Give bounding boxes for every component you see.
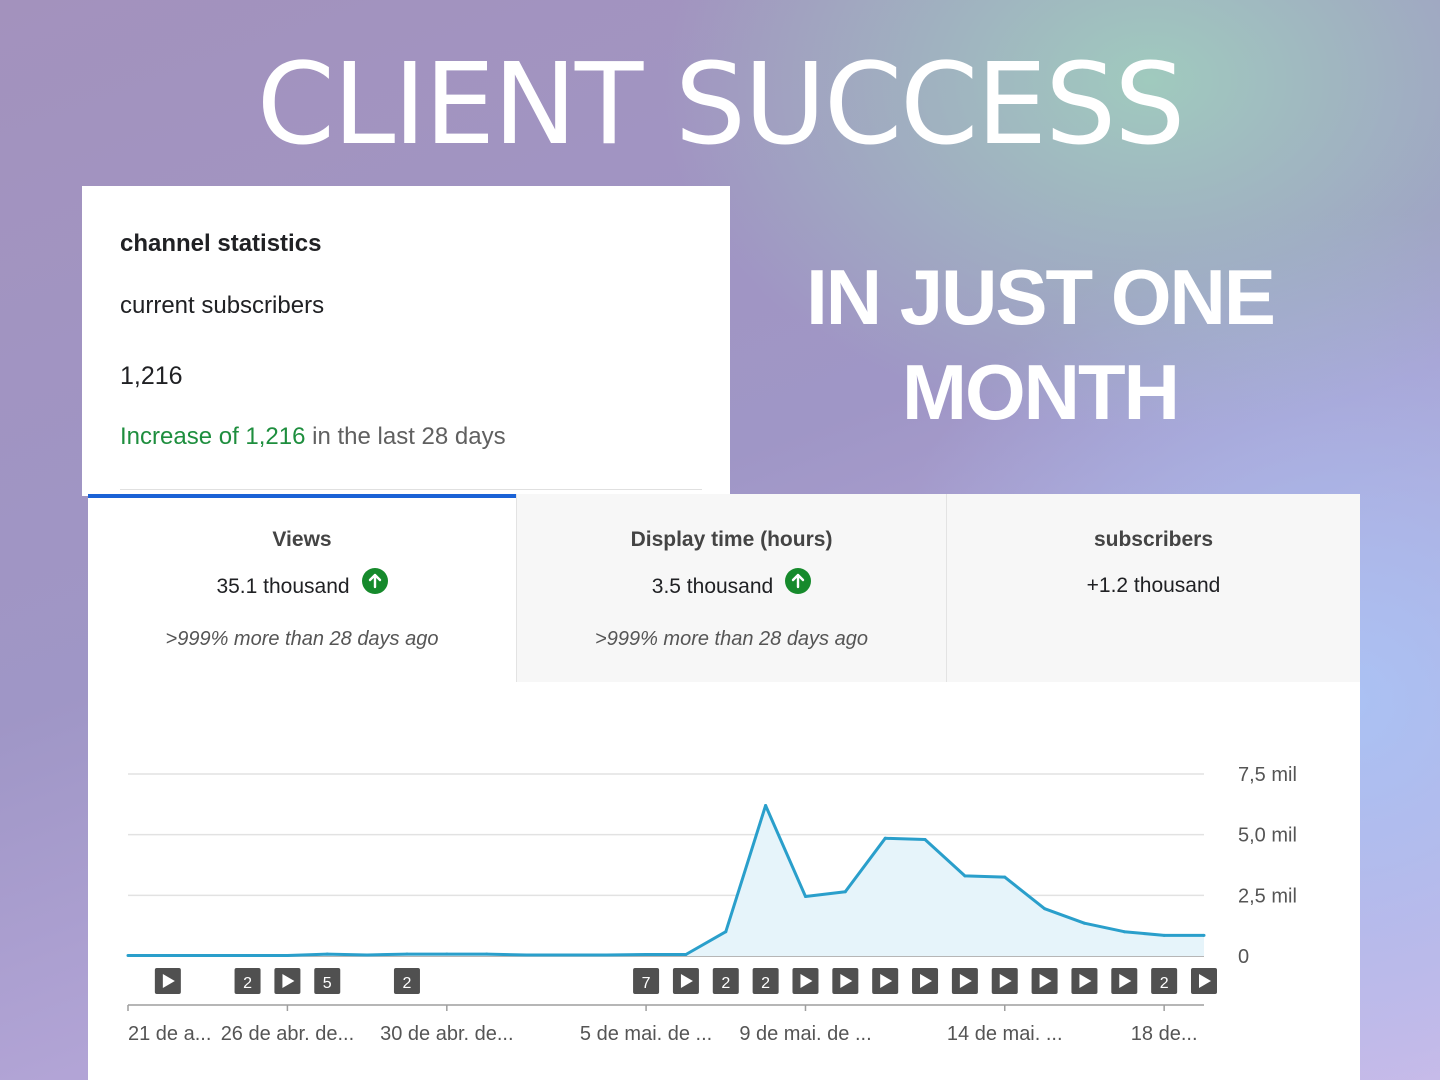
data-point [644,953,648,957]
data-point [883,836,887,840]
data-point [923,838,927,842]
hero-title: CLIENT SUCCESS [256,40,1186,170]
y-tick-label: 2,5 mil [1238,885,1297,907]
subscribers-count: 1,216 [120,362,183,390]
analytics-panel: Views 35.1 thousand >999% more than 28 d… [88,494,1360,1080]
data-point [963,874,967,878]
x-tick-label: 5 de mai. de ... [580,1023,712,1045]
x-tick-label: 26 de abr. de... [221,1023,354,1045]
x-tick-label: 14 de mai. ... [947,1023,1063,1045]
channel-statistics-card: channel statistics current subscribers 1… [82,186,730,496]
tab-value: +1.2 thousand [1086,574,1221,597]
tab-display-time[interactable]: Display time (hours) 3.5 thousand >999% … [516,494,946,682]
marker-count-label: 2 [761,975,770,992]
y-tick-label: 5,0 mil [1238,825,1297,847]
data-point [126,954,130,958]
data-point [764,804,768,808]
data-point [445,952,449,956]
tab-value: 3.5 thousand [651,575,774,598]
x-tick-label: 21 de a... [128,1023,211,1045]
data-point [1122,930,1126,934]
tab-note: >999% more than 28 days ago [595,628,868,650]
data-point [604,953,608,957]
hero-subtitle-line2: MONTH [902,348,1180,436]
tab-value-row: +1.2 thousand [947,574,1360,598]
arrow-up-circle-icon [785,568,812,594]
marker-count-label: 2 [1160,975,1169,992]
subscribers-label: current subscribers [120,292,325,319]
data-point [1162,933,1166,937]
marker-count-label: 2 [243,975,252,992]
views-chart: 7,5 mil 5,0 mil 2,5 mil 0 2 5 2 7 2 2 2 21 de a... 2… [126,764,1297,1045]
data-point [525,953,529,957]
change-highlight: Increase of 1,216 [120,423,306,450]
data-point [1043,907,1047,911]
data-point [166,954,170,958]
tab-title: subscribers [1093,528,1214,551]
marker-count-label: 5 [323,975,332,992]
tab-value: 35.1 thousand [216,575,350,598]
y-tick-label: 0 [1238,946,1249,968]
x-tick-label: 18 de... [1131,1023,1198,1045]
x-tick-label: 9 de mai. de ... [739,1023,871,1045]
data-point [1202,933,1206,937]
marker-count-label: 2 [403,975,412,992]
data-point [843,890,847,894]
hero-subtitle-line1: IN JUST ONE [806,253,1276,341]
views-area [128,805,1204,956]
data-point [206,954,210,958]
data-point [1003,875,1007,879]
tab-value-row: 35.1 thousand [88,568,516,600]
data-point [684,953,688,957]
data-point [485,952,489,956]
tab-subscribers[interactable]: subscribers +1.2 thousand [946,494,1360,682]
data-point [365,953,369,957]
card-heading: channel statistics [120,230,322,257]
x-tick-label: 30 de abr. de... [380,1023,513,1045]
data-point [1082,921,1086,925]
tab-title: Views [272,528,332,551]
y-tick-label: 7,5 mil [1238,764,1297,786]
tab-views[interactable]: Views 35.1 thousand >999% more than 28 d… [88,494,516,682]
tab-value-row: 3.5 thousand [517,568,946,600]
data-point [325,952,329,956]
data-point [724,930,728,934]
data-point [405,952,409,956]
tab-title: Display time (hours) [630,528,833,551]
data-point [564,953,568,957]
data-point [803,895,807,899]
arrow-up-circle-icon [361,568,388,594]
data-point [285,954,289,958]
subscribers-change: Increase of 1,216 in the last 28 days [120,423,506,451]
data-point [246,954,250,958]
card-divider [120,489,702,490]
marker-count-label: 2 [721,975,730,992]
change-rest: in the last 28 days [305,423,506,450]
hero-subtitle: IN JUST ONE MONTH [760,250,1320,440]
marker-count-label: 7 [642,975,651,992]
tab-note: >999% more than 28 days ago [165,628,439,650]
metric-tabs: Views 35.1 thousand >999% more than 28 d… [88,494,1360,682]
